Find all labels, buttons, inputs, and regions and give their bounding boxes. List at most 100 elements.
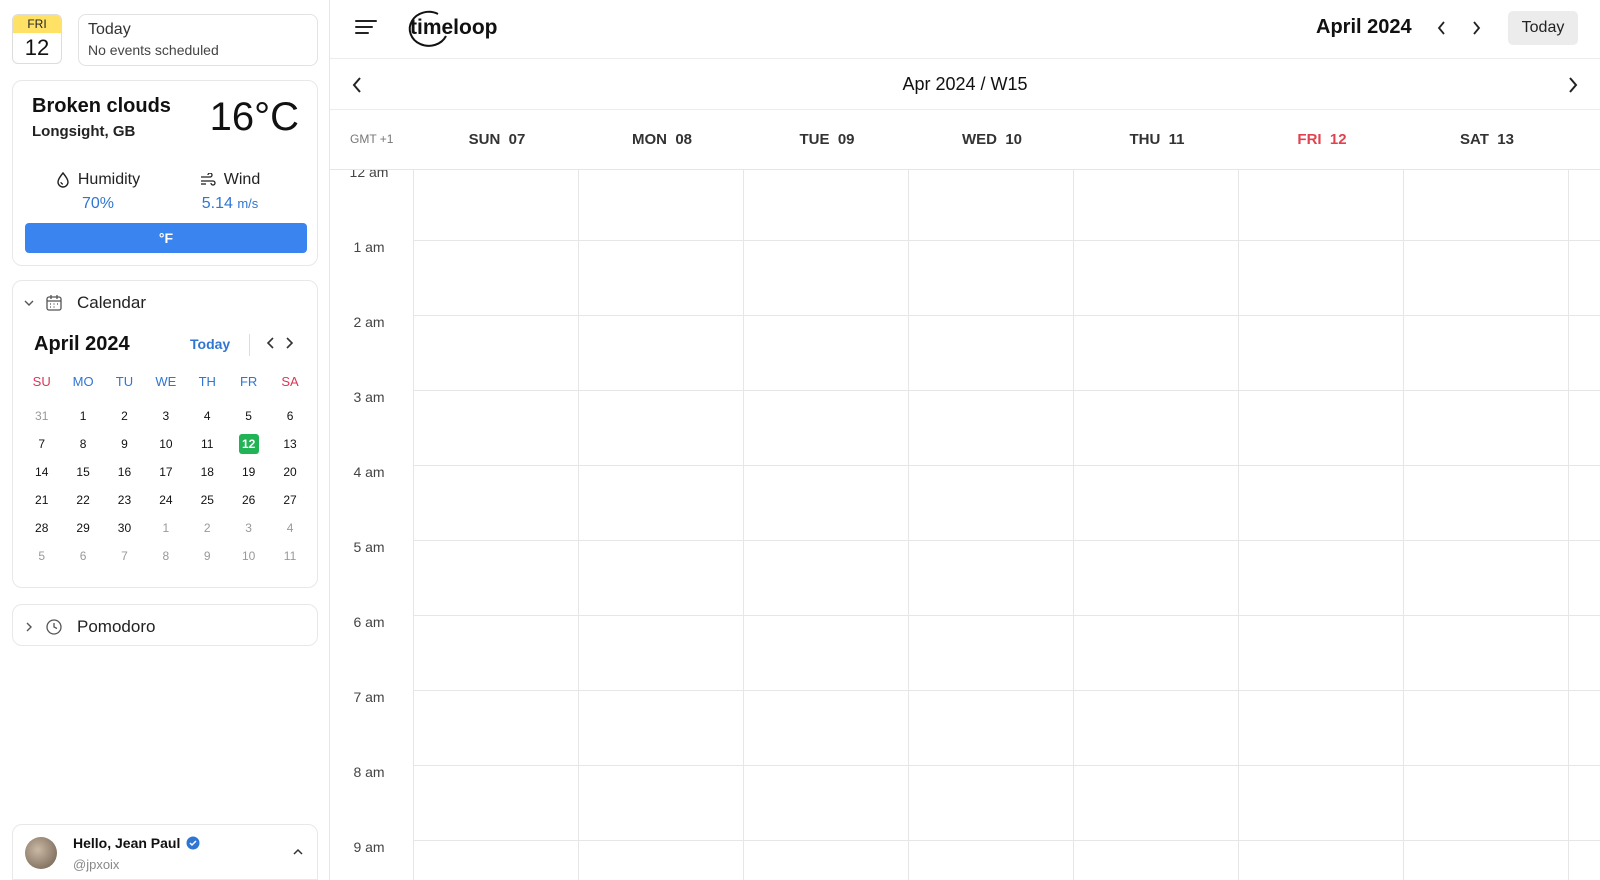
calendar-day[interactable]: 7 xyxy=(104,545,145,573)
week-time-grid[interactable]: 12 am 1 am 2 am 3 am 4 am 5 am 6 am 7 am 8 am 9 a… xyxy=(330,170,1600,880)
calendar-day[interactable]: 18 xyxy=(187,461,228,489)
today-summary-card[interactable]: Today No events scheduled xyxy=(78,14,318,66)
calendar-day[interactable]: 2 xyxy=(104,405,145,433)
mini-calendar-header: April 2024 Today xyxy=(34,331,304,361)
hour-gridline xyxy=(413,390,1600,391)
calendar-day[interactable]: 26 xyxy=(228,489,269,517)
week-label: Apr 2024 / W15 xyxy=(902,74,1028,94)
calendar-day[interactable]: 12 xyxy=(228,433,269,461)
week-navigation-bar: Apr 2024 / W15 xyxy=(330,59,1600,110)
calendar-day[interactable]: 25 xyxy=(187,489,228,517)
calendar-day[interactable]: 30 xyxy=(104,517,145,545)
calendar-day[interactable]: 13 xyxy=(269,433,310,461)
hour-gridline xyxy=(413,540,1600,541)
calendar-day[interactable]: 27 xyxy=(269,489,310,517)
calendar-day[interactable]: 7 xyxy=(21,433,62,461)
chevron-right-icon[interactable] xyxy=(1566,75,1580,95)
hour-label: 7 am xyxy=(353,689,385,705)
calendar-day[interactable]: 9 xyxy=(187,545,228,573)
week-day-header: GMT +1 SUN 07 MON 08 TUE 09 WED 10 THU 11 FRI… xyxy=(330,110,1600,170)
calendar-day[interactable]: 3 xyxy=(145,405,186,433)
chevron-left-icon[interactable] xyxy=(1436,19,1448,37)
calendar-day[interactable]: 8 xyxy=(145,545,186,573)
calendar-day[interactable]: 10 xyxy=(228,545,269,573)
day-header-wed[interactable]: WED 10 xyxy=(908,131,1076,148)
weekday-header: SA xyxy=(281,374,299,389)
date-tile-day: 12 xyxy=(24,35,50,60)
calendar-day[interactable]: 10 xyxy=(145,433,186,461)
calendar-day[interactable]: 22 xyxy=(62,489,103,517)
calendar-day[interactable]: 23 xyxy=(104,489,145,517)
hour-label: 3 am xyxy=(353,389,385,405)
hour-gridline xyxy=(413,465,1600,466)
current-month-title: April 2024 xyxy=(1316,16,1412,38)
user-greeting: Hello, Jean Paul xyxy=(73,835,181,851)
calendar-section-header[interactable]: Calendar xyxy=(23,293,146,313)
calendar-day[interactable]: 8 xyxy=(62,433,103,461)
today-button[interactable]: Today xyxy=(1508,11,1578,45)
calendar-day[interactable]: 11 xyxy=(269,545,310,573)
app-root: FRI 12 Today No events scheduled Broken … xyxy=(0,0,1600,880)
calendar-day[interactable]: 14 xyxy=(21,461,62,489)
calendar-day[interactable]: 15 xyxy=(62,461,103,489)
chevron-left-icon[interactable] xyxy=(265,335,277,351)
calendar-day[interactable]: 17 xyxy=(145,461,186,489)
day-header-tue[interactable]: TUE 09 xyxy=(743,131,911,148)
calendar-section: Calendar April 2024 Today SU MO TU WE TH FR SA… xyxy=(12,280,318,588)
calendar-day[interactable]: 6 xyxy=(269,405,310,433)
day-header-sat[interactable]: SAT 13 xyxy=(1403,131,1571,148)
calendar-day[interactable]: 1 xyxy=(62,405,103,433)
droplet-icon xyxy=(56,172,70,188)
weekday-header: MO xyxy=(72,374,94,389)
avatar[interactable] xyxy=(25,837,57,869)
calendar-day[interactable]: 3 xyxy=(228,517,269,545)
menu-icon[interactable] xyxy=(355,18,377,36)
chevron-up-icon[interactable] xyxy=(291,845,305,859)
clock-icon xyxy=(45,618,63,636)
hour-label: 8 am xyxy=(353,764,385,780)
pomodoro-section[interactable]: Pomodoro xyxy=(12,604,318,646)
calendar-day[interactable]: 24 xyxy=(145,489,186,517)
calendar-day[interactable]: 28 xyxy=(21,517,62,545)
verified-badge-icon xyxy=(186,836,200,850)
weather-card: Broken clouds Longsight, GB 16°C Humidit… xyxy=(12,80,318,266)
calendar-day[interactable]: 21 xyxy=(21,489,62,517)
hour-gridline xyxy=(413,315,1600,316)
calendar-day[interactable]: 11 xyxy=(187,433,228,461)
calendar-day[interactable]: 31 xyxy=(21,405,62,433)
app-logo-text: timeloop xyxy=(410,16,498,39)
calendar-day[interactable]: 29 xyxy=(62,517,103,545)
wind-value: 5.14 xyxy=(201,195,233,212)
calendar-day[interactable]: 5 xyxy=(21,545,62,573)
day-header-thu[interactable]: THU 11 xyxy=(1073,131,1241,148)
mini-calendar-today-button[interactable]: Today xyxy=(190,336,230,352)
wind-label: Wind xyxy=(223,171,261,188)
day-column-divider xyxy=(1238,170,1239,880)
mini-calendar-grid: SU MO TU WE TH FR SA 31 1 2 3 4 5 6 7 8 9 10 11 12 13 14 15 16 1… xyxy=(21,371,311,573)
chevron-right-icon[interactable] xyxy=(1470,19,1482,37)
chevron-down-icon[interactable] xyxy=(23,297,35,309)
calendar-day[interactable]: 4 xyxy=(187,405,228,433)
chevron-right-icon[interactable] xyxy=(23,621,35,633)
day-header-fri[interactable]: FRI 12 xyxy=(1238,131,1406,148)
user-profile-card[interactable]: Hello, Jean Paul @jpxoix xyxy=(12,824,318,880)
day-header-mon[interactable]: MON 08 xyxy=(578,131,746,148)
calendar-day[interactable]: 6 xyxy=(62,545,103,573)
day-header-sun[interactable]: SUN 07 xyxy=(413,131,581,148)
hour-label: 6 am xyxy=(353,614,385,630)
calendar-day[interactable]: 9 xyxy=(104,433,145,461)
timezone-label: GMT +1 xyxy=(350,132,394,146)
calendar-day[interactable]: 19 xyxy=(228,461,269,489)
calendar-day[interactable]: 20 xyxy=(269,461,310,489)
calendar-day[interactable]: 5 xyxy=(228,405,269,433)
calendar-day[interactable]: 2 xyxy=(187,517,228,545)
chevron-right-icon[interactable] xyxy=(283,335,295,351)
weather-location: Longsight, GB xyxy=(32,123,136,140)
hour-gridline xyxy=(413,240,1600,241)
calendar-day[interactable]: 4 xyxy=(269,517,310,545)
fahrenheit-toggle-button[interactable]: °F xyxy=(25,223,307,253)
calendar-day[interactable]: 1 xyxy=(145,517,186,545)
pomodoro-section-header[interactable]: Pomodoro xyxy=(23,617,155,637)
calendar-day[interactable]: 16 xyxy=(104,461,145,489)
day-column-divider xyxy=(1568,170,1569,880)
